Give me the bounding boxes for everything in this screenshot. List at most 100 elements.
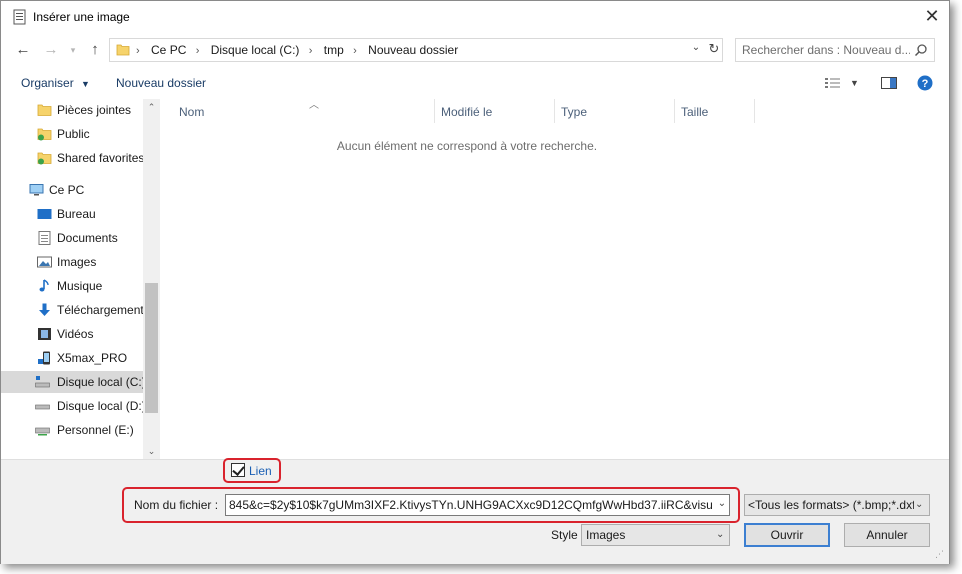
breadcrumb-item[interactable]: Nouveau dossier <box>368 43 458 57</box>
nav-item-disque-local-d[interactable]: Disque local (D:) <box>1 395 146 417</box>
column-header-label: Taille <box>681 105 709 119</box>
network-drive-icon <box>35 427 50 436</box>
nav-item-personnel-e[interactable]: Personnel (E:) <box>1 419 143 441</box>
chevron-down-icon[interactable]: ⌄ <box>715 498 729 509</box>
breadcrumb-item[interactable]: Ce PC <box>151 43 186 57</box>
chevron-down-icon[interactable]: ⌄ <box>716 529 724 540</box>
link-checkbox[interactable] <box>231 463 245 477</box>
empty-message: Aucun élément ne correspond à votre rech… <box>336 139 598 153</box>
organize-label: Organiser <box>21 76 74 90</box>
nav-item-label: Disque local (D:) <box>57 399 146 413</box>
nav-item-label: Personnel (E:) <box>57 423 134 437</box>
column-header-label: Type <box>561 105 588 119</box>
nav-item-label: Public <box>57 127 90 141</box>
command-bar: Organiser ▼ Nouveau dossier ▼ ? <box>1 67 949 99</box>
cancel-button[interactable]: Annuler <box>844 523 930 547</box>
nav-item-label: Disque local (C:) <box>57 375 146 389</box>
nav-item-telechargements[interactable]: Téléchargements <box>1 299 150 321</box>
nav-item-x5max-pro[interactable]: X5max_PRO <box>1 347 143 369</box>
column-header-label: Nom <box>179 105 205 119</box>
phone-icon <box>38 351 50 365</box>
shared-folder-icon <box>37 152 52 165</box>
svg-text:?: ? <box>922 78 929 90</box>
chevron-right-icon[interactable]: › <box>353 45 357 57</box>
nav-item-bureau[interactable]: Bureau <box>1 203 143 225</box>
pictures-icon <box>37 256 52 268</box>
view-options-dropdown-icon[interactable]: ▼ <box>850 78 859 88</box>
view-list-icon[interactable] <box>825 77 841 89</box>
navigation-pane: Pièces jointes Public Shared favorites C… <box>1 99 161 459</box>
file-type-select[interactable]: <Tous les formats> (*.bmp;*.dxf;*.emf;*.… <box>744 494 930 516</box>
nav-item-shared-favorites[interactable]: Shared favorites <box>1 147 145 169</box>
chevron-down-icon[interactable]: ⌄ <box>915 499 923 510</box>
folder-icon <box>116 44 130 56</box>
filename-label: Nom du fichier : <box>134 498 219 512</box>
nav-item-public[interactable]: Public <box>1 123 143 145</box>
nav-scrollbar[interactable]: ⌃ ⌄ <box>143 99 160 459</box>
help-icon[interactable]: ? <box>917 75 933 91</box>
breadcrumb-item[interactable]: Disque local (C:) <box>211 43 300 57</box>
nav-item-ce-pc[interactable]: Ce PC <box>1 179 143 201</box>
chevron-down-icon[interactable]: ⌄ <box>688 42 704 53</box>
breadcrumb-item[interactable]: tmp <box>324 43 344 57</box>
chevron-down-icon: ▼ <box>81 79 90 89</box>
nav-item-documents[interactable]: Documents <box>1 227 143 249</box>
style-label: Style <box>551 528 578 542</box>
filename-combobox[interactable]: ⌄ <box>225 494 730 516</box>
new-folder-button[interactable]: Nouveau dossier <box>116 76 206 90</box>
forward-arrow-icon[interactable]: → <box>41 40 61 60</box>
nav-item-label: Bureau <box>57 207 96 221</box>
nav-item-images[interactable]: Images <box>1 251 143 273</box>
nav-item-musique[interactable]: Musique <box>1 275 143 297</box>
computer-icon <box>29 184 44 196</box>
window-title: Insérer une image <box>33 10 130 24</box>
resize-grip-icon[interactable]: ⋰ <box>935 549 944 560</box>
link-checkbox-label[interactable]: Lien <box>249 464 272 478</box>
preview-pane-icon[interactable] <box>881 76 897 90</box>
insert-image-dialog: Insérer une image ✕ ← → ▾ ↑ › Ce PC › Di… <box>0 0 950 564</box>
refresh-icon[interactable]: ↻ <box>706 41 722 57</box>
file-list[interactable]: Nom ︿ Modifié le Type Taille Aucun éléme… <box>163 99 949 459</box>
nav-item-videos[interactable]: Vidéos <box>1 323 143 345</box>
drive-icon <box>35 404 50 410</box>
column-header-size[interactable]: Taille <box>675 99 755 123</box>
close-icon[interactable]: ✕ <box>919 5 945 27</box>
nav-item-pieces-jointes[interactable]: Pièces jointes <box>1 99 143 121</box>
download-icon <box>39 303 50 316</box>
organize-button[interactable]: Organiser ▼ <box>21 76 90 90</box>
chevron-right-icon[interactable]: › <box>136 45 140 57</box>
nav-item-label: Pièces jointes <box>57 103 132 117</box>
nav-item-label: Téléchargements <box>57 303 150 317</box>
column-header-label: Modifié le <box>441 105 493 119</box>
address-bar[interactable]: › Ce PC › Disque local (C:) › tmp › Nouv… <box>109 38 723 62</box>
music-icon <box>39 279 49 292</box>
search-box[interactable] <box>735 38 935 62</box>
chevron-right-icon[interactable]: › <box>309 45 313 57</box>
video-icon <box>38 328 51 340</box>
nav-item-label: X5max_PRO <box>57 351 128 365</box>
style-select[interactable]: Images ⌄ <box>581 524 730 546</box>
app-document-icon <box>13 9 26 25</box>
open-button[interactable]: Ouvrir <box>744 523 830 547</box>
nav-item-disque-local-c[interactable]: Disque local (C:) <box>1 371 146 393</box>
nav-item-label: Musique <box>57 279 103 293</box>
search-icon[interactable] <box>914 43 928 57</box>
scrollbar-thumb[interactable] <box>145 283 158 413</box>
back-arrow-icon[interactable]: ← <box>13 40 33 60</box>
column-header-name[interactable]: Nom ︿ <box>173 99 435 123</box>
up-arrow-icon[interactable]: ↑ <box>85 40 105 60</box>
recent-dropdown-icon[interactable]: ▾ <box>63 40 83 60</box>
column-header-modified[interactable]: Modifié le <box>435 99 555 123</box>
nav-item-label: Vidéos <box>57 327 94 341</box>
drive-icon <box>35 376 50 388</box>
shared-folder-icon <box>37 128 52 141</box>
address-row: ← → ▾ ↑ › Ce PC › Disque local (C:) › tm… <box>1 34 949 66</box>
filename-input[interactable] <box>229 498 713 512</box>
scroll-up-icon[interactable]: ⌃ <box>143 99 160 115</box>
title-bar: Insérer une image ✕ <box>1 1 949 33</box>
chevron-right-icon[interactable]: › <box>196 45 200 57</box>
nav-item-label: Shared favorites <box>57 151 145 165</box>
column-header-type[interactable]: Type <box>555 99 675 123</box>
scroll-down-icon[interactable]: ⌄ <box>143 443 160 459</box>
search-input[interactable] <box>742 43 910 57</box>
